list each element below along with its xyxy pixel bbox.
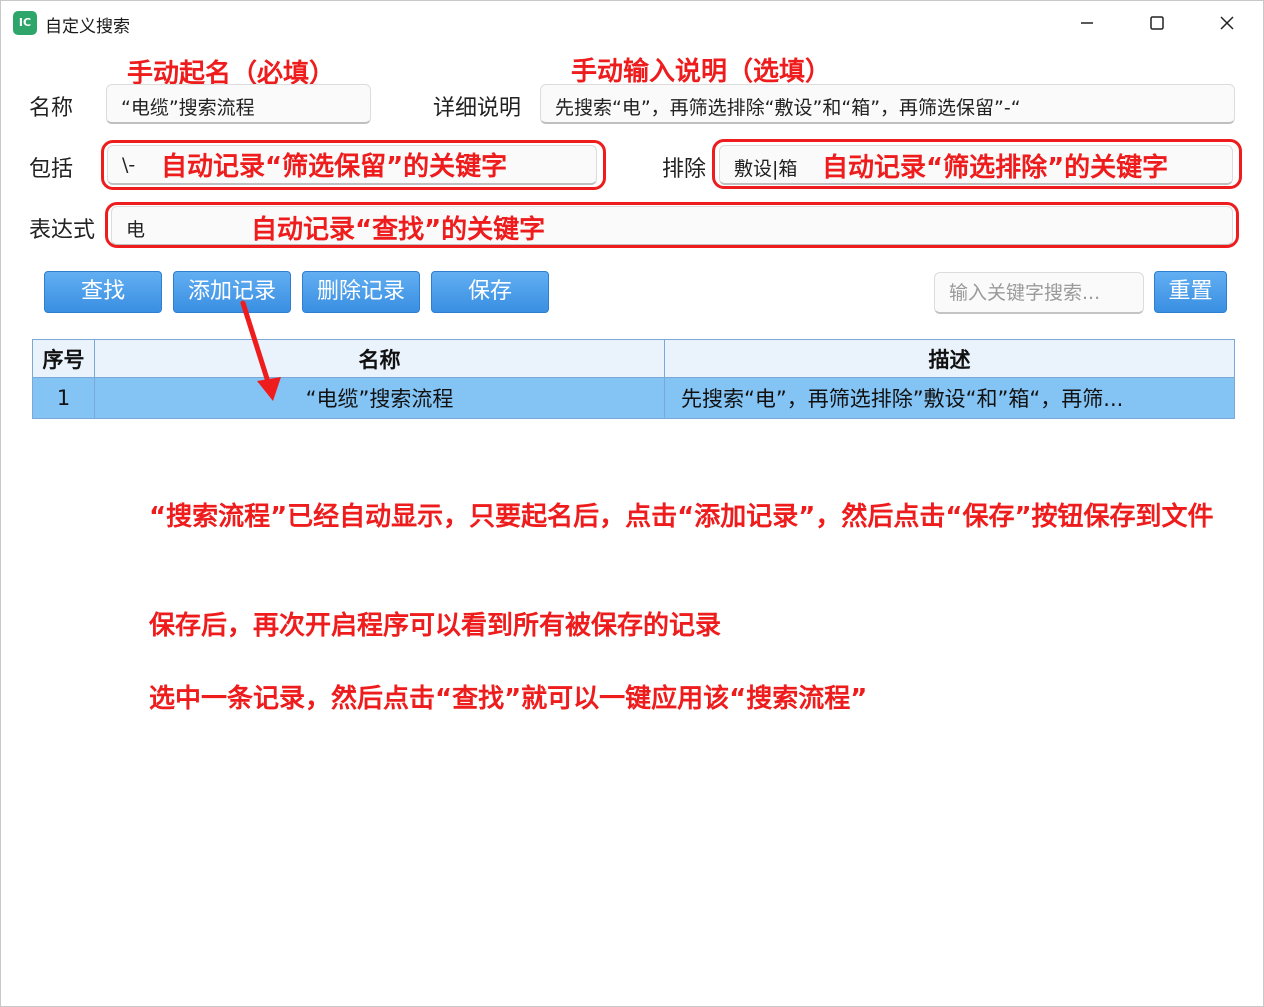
detail-input[interactable]: 先搜索“电”，再筛选排除“敷设”和“箱”，再筛选保留”-“ (540, 84, 1235, 124)
annotation-exclude-hint: 自动记录“筛选排除”的关键字 (822, 153, 1169, 183)
include-label: 包括 (29, 157, 74, 182)
annotation-detail-hint: 手动输入说明（选填） (571, 57, 832, 87)
app-icon: IC (13, 11, 37, 35)
custom-search-window: IC 自定义搜索 手动起名（必填） 手动输入说明（选填） 名称 “电缆”搜索流程… (0, 0, 1264, 1007)
instruction-note-3: 选中一条记录，然后点击“查找”就可以一键应用该“搜索流程” (149, 684, 868, 714)
exclude-label: 排除 (662, 157, 707, 182)
annotation-include-hint: 自动记录“筛选保留”的关键字 (161, 152, 508, 182)
records-table: 序号 名称 描述 1 “电缆”搜索流程 先搜索“电”，再筛选排除”敷设“和”箱“… (32, 339, 1235, 419)
table-row-index-cell[interactable]: 1 (33, 378, 95, 418)
annotation-expression-hint: 自动记录“查找”的关键字 (251, 215, 546, 245)
title-bar[interactable]: IC 自定义搜索 (1, 1, 1263, 45)
instruction-note-1: “搜索流程”已经自动显示，只要起名后，点击“添加记录”，然后点击“保存”按钮保存… (149, 502, 1214, 532)
column-header-index[interactable]: 序号 (33, 340, 95, 378)
close-icon[interactable] (1197, 5, 1257, 41)
delete-record-button[interactable]: 删除记录 (302, 271, 420, 313)
detail-label: 详细说明 (433, 96, 522, 121)
find-button[interactable]: 查找 (44, 271, 162, 313)
annotation-arrow-icon (240, 300, 281, 401)
minimize-icon[interactable] (1057, 5, 1117, 41)
table-row-description-cell[interactable]: 先搜索“电”，再筛选排除”敷设“和”箱“，再筛... (665, 378, 1234, 418)
name-input[interactable]: “电缆”搜索流程 (106, 84, 371, 124)
reset-button[interactable]: 重置 (1154, 271, 1227, 313)
column-header-description[interactable]: 描述 (665, 340, 1234, 378)
expression-label: 表达式 (29, 218, 96, 243)
column-header-name[interactable]: 名称 (95, 340, 665, 378)
window-title: 自定义搜索 (45, 17, 130, 37)
maximize-icon[interactable] (1127, 5, 1187, 41)
record-search-input[interactable]: 输入关键字搜索... (934, 272, 1144, 314)
instruction-note-2: 保存后，再次开启程序可以看到所有被保存的记录 (149, 611, 722, 641)
name-label: 名称 (29, 96, 74, 121)
save-button[interactable]: 保存 (431, 271, 549, 313)
table-row-name-cell[interactable]: “电缆”搜索流程 (95, 378, 665, 418)
